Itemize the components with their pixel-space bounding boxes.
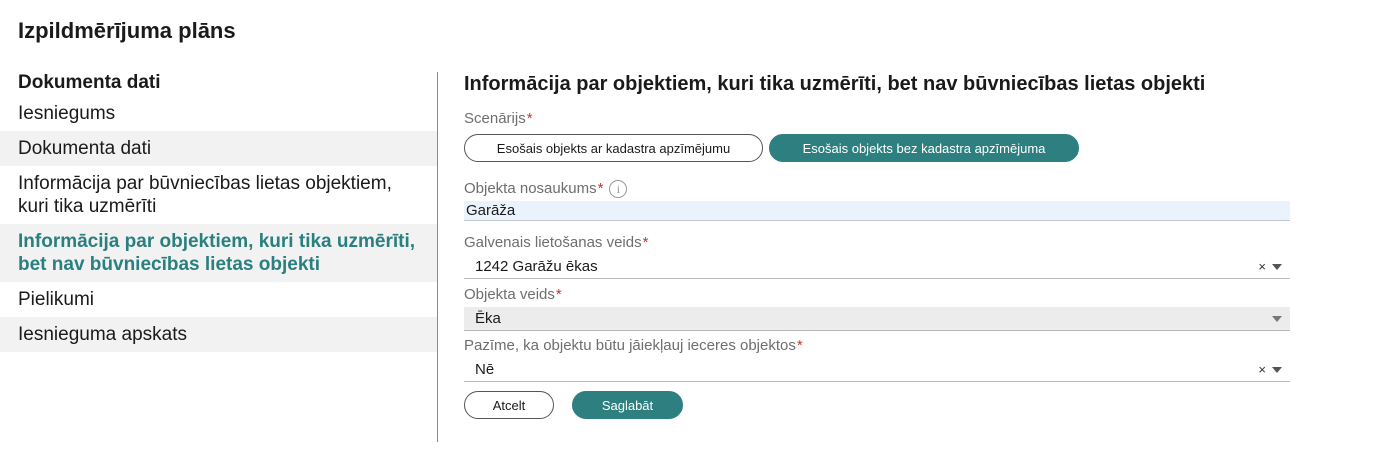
save-button[interactable]: Saglabāt	[572, 391, 683, 419]
sidebar-item-pielikumi[interactable]: Pielikumi	[0, 282, 437, 317]
sidebar-item-iesniegums[interactable]: Iesniegums	[0, 96, 437, 131]
chevron-down-icon[interactable]	[1272, 366, 1282, 373]
object-name-label-text: Objekta nosaukums	[464, 180, 597, 197]
section-title: Informācija par objektiem, kuri tika uzm…	[464, 73, 1206, 95]
object-type-field: Objekta veids * Ēka	[464, 286, 1290, 331]
include-flag-value: Nē	[475, 361, 495, 378]
form-actions: Atcelt Saglabāt	[464, 391, 1290, 419]
scenario-option-without-cadastre[interactable]: Esošais objekts bez kadastra apzīmējuma	[769, 134, 1079, 162]
include-flag-field: Pazīme, ka objektu būtu jāiekļauj iecere…	[464, 337, 1290, 382]
required-mark: *	[555, 286, 562, 303]
scenario-option-with-cadastre[interactable]: Esošais objekts ar kadastra apzīmējumu	[464, 134, 763, 162]
page-title: Izpildmērījuma plāns	[18, 18, 236, 43]
object-name-input[interactable]: Garāža	[464, 201, 1290, 221]
include-flag-label-text: Pazīme, ka objektu būtu jāiekļauj iecere…	[464, 337, 796, 354]
object-type-label-text: Objekta veids	[464, 286, 555, 303]
object-name-field: Objekta nosaukums * i Garāža	[464, 180, 1290, 221]
main-form: Informācija par objektiem, kuri tika uzm…	[464, 70, 1290, 419]
main-usage-select[interactable]: 1242 Garāžu ēkas ×	[464, 255, 1290, 279]
sidebar-heading: Dokumenta dati	[18, 72, 161, 93]
scenario-label: Scenārijs *	[464, 110, 1290, 128]
main-usage-label-text: Galvenais lietošanas veids	[464, 234, 642, 251]
scenario-toggle: Esošais objekts ar kadastra apzīmējumu E…	[464, 134, 1290, 162]
sidebar-item-buvniecibas-objekti[interactable]: Informācija par būvniecības lietas objek…	[0, 166, 437, 224]
object-type-label: Objekta veids *	[464, 286, 1290, 304]
include-flag-select[interactable]: Nē ×	[464, 358, 1290, 382]
main-usage-label: Galvenais lietošanas veids *	[464, 234, 1290, 252]
chevron-down-icon	[1272, 315, 1282, 322]
required-mark: *	[642, 234, 649, 251]
required-mark: *	[526, 110, 533, 127]
object-type-value: Ēka	[475, 310, 501, 327]
vertical-divider	[437, 72, 438, 442]
sidebar-item-citi-objekti[interactable]: Informācija par objektiem, kuri tika uzm…	[0, 224, 437, 282]
main-usage-field: Galvenais lietošanas veids * 1242 Garāžu …	[464, 234, 1290, 279]
main-usage-value: 1242 Garāžu ēkas	[475, 258, 598, 275]
scenario-label-text: Scenārijs	[464, 110, 526, 127]
clear-icon[interactable]: ×	[1258, 362, 1266, 377]
include-flag-label: Pazīme, ka objektu būtu jāiekļauj iecere…	[464, 337, 1290, 355]
sidebar-item-iesnieguma-apskats[interactable]: Iesnieguma apskats	[0, 317, 437, 352]
object-name-label: Objekta nosaukums * i	[464, 180, 1290, 198]
required-mark: *	[796, 337, 803, 354]
required-mark: *	[597, 180, 604, 197]
clear-icon[interactable]: ×	[1258, 259, 1266, 274]
info-icon[interactable]: i	[609, 180, 628, 198]
object-type-select: Ēka	[464, 307, 1290, 331]
chevron-down-icon[interactable]	[1272, 263, 1282, 270]
sidebar-item-dokumenta-dati[interactable]: Dokumenta dati	[0, 131, 437, 166]
cancel-button[interactable]: Atcelt	[464, 391, 554, 419]
sidebar: Dokumenta dati Iesniegums Dokumenta dati…	[0, 70, 437, 352]
